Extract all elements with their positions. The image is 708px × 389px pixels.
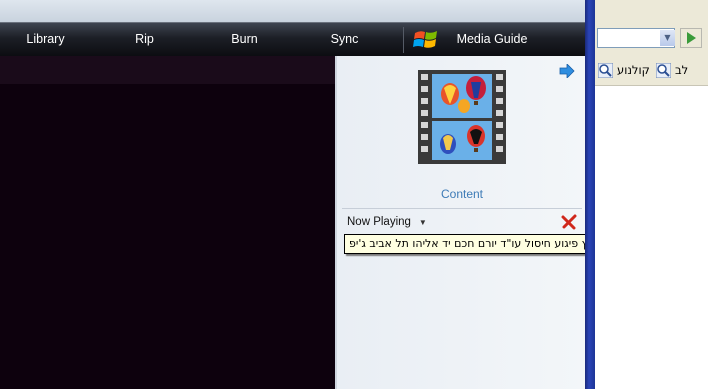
forward-arrow-icon[interactable] xyxy=(559,64,575,78)
tab-rip[interactable]: Rip xyxy=(112,23,177,56)
tab-sync[interactable]: Sync xyxy=(312,23,377,56)
player-navbar: Library Rip Burn Sync Media Guide xyxy=(0,22,585,56)
tab-burn[interactable]: Burn xyxy=(212,23,277,56)
go-button[interactable] xyxy=(680,28,702,48)
toolbar-button-heart[interactable]: לב xyxy=(675,63,688,81)
magnifier-icon xyxy=(598,63,613,78)
red-x-icon[interactable] xyxy=(561,214,577,230)
tab-media-guide[interactable]: Media Guide xyxy=(446,23,538,56)
tab-library[interactable]: Library xyxy=(8,23,83,56)
film-strip-icon[interactable] xyxy=(418,70,506,164)
background-window-top xyxy=(595,0,708,26)
address-row: ▼ xyxy=(595,26,708,56)
window-border xyxy=(585,0,595,389)
browser-toolbar: קולנוע לב xyxy=(595,56,708,86)
content-link[interactable]: Content xyxy=(337,187,587,201)
list-pane: Content Now Playing ▼ xyxy=(335,56,585,389)
nav-separator xyxy=(403,27,404,53)
video-area[interactable] xyxy=(0,56,335,389)
top-strip xyxy=(0,0,585,22)
address-dropdown-button[interactable]: ▼ xyxy=(660,30,675,46)
toolbar-button-movies[interactable]: קולנוע xyxy=(617,63,650,81)
panel-divider xyxy=(342,208,582,209)
now-playing-dropdown[interactable]: Now Playing ▼ xyxy=(347,216,427,228)
video-area-header xyxy=(0,56,335,84)
address-input[interactable]: ▼ xyxy=(597,28,675,48)
dropdown-caret-icon: ▼ xyxy=(418,218,427,227)
go-arrow-icon xyxy=(687,32,696,44)
windows-logo-icon xyxy=(413,31,437,48)
now-playing-label: Now Playing xyxy=(347,216,411,228)
magnifier-icon xyxy=(656,63,671,78)
